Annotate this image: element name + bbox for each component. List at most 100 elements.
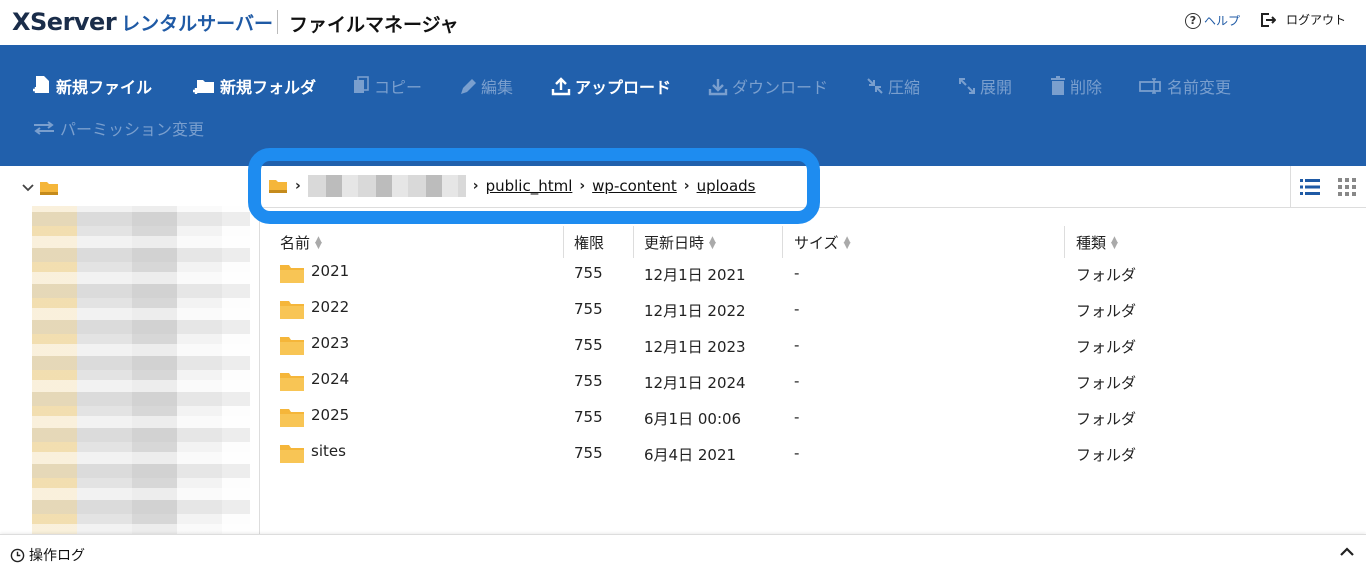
expand-button[interactable]: 展開 (958, 74, 1012, 98)
grid-view-icon (1338, 178, 1357, 196)
file-size: - (794, 336, 800, 354)
file-permission: 755 (574, 300, 603, 318)
table-row[interactable]: 2021 755 12月1日 2021 - フォルダ (260, 256, 1366, 292)
new-folder-button[interactable]: 新規フォルダ (192, 74, 316, 98)
rename-button[interactable]: 名前変更 (1139, 74, 1231, 98)
upload-button[interactable]: アップロード (551, 74, 671, 98)
logout-icon (1261, 12, 1276, 27)
delete-button[interactable]: 削除 (1050, 74, 1102, 98)
rename-icon (1139, 78, 1161, 94)
file-type: フォルダ (1076, 410, 1137, 428)
expand-icon (959, 78, 975, 94)
column-header-type[interactable]: 種類 ▲ ▼ (1076, 232, 1118, 253)
file-updated: 12月1日 2024 (644, 374, 746, 392)
folder-icon (280, 445, 304, 463)
file-permission: 755 (574, 264, 603, 282)
chevron-up-icon[interactable] (1338, 543, 1356, 561)
copy-button[interactable]: コピー (352, 74, 422, 98)
trash-icon (1051, 76, 1065, 95)
logo-brand: XServer (12, 8, 117, 36)
app-title: ファイルマネージャ (289, 14, 459, 36)
operation-log-label: 操作ログ (29, 548, 85, 564)
compress-button[interactable]: 圧縮 (866, 74, 920, 98)
tree-root[interactable] (22, 180, 59, 196)
top-header: XServer レンタルサーバー ファイルマネージャ ? ヘルプ ログアウト (0, 0, 1366, 45)
list-view-icon (1299, 179, 1320, 195)
table-row[interactable]: 2022 755 12月1日 2022 - フォルダ (260, 292, 1366, 328)
file-updated: 6月4日 2021 (644, 446, 737, 464)
file-size: - (794, 408, 800, 426)
new-folder-icon (193, 80, 214, 94)
permission-icon (34, 121, 54, 135)
folder-icon (280, 409, 304, 427)
compress-icon (867, 78, 883, 94)
file-type: フォルダ (1076, 374, 1137, 392)
file-size: - (794, 444, 800, 462)
table-row[interactable]: 2024 755 12月1日 2024 - フォルダ (260, 364, 1366, 400)
new-file-button[interactable]: 新規ファイル (32, 74, 152, 98)
column-header-size[interactable]: サイズ ▲ ▼ (794, 232, 850, 253)
view-toggle (1290, 166, 1366, 208)
table-row[interactable]: 2025 755 6月1日 00:06 - フォルダ (260, 400, 1366, 436)
file-updated: 12月1日 2022 (644, 302, 746, 320)
file-size: - (794, 372, 800, 390)
file-permission: 755 (574, 372, 603, 390)
logout-button[interactable]: ログアウト (1260, 11, 1346, 28)
column-header-permission[interactable]: 権限 (574, 232, 604, 253)
file-name: 2023 (311, 334, 350, 352)
file-permission: 755 (574, 408, 603, 426)
file-type: フォルダ (1076, 338, 1137, 356)
file-type: フォルダ (1076, 446, 1137, 464)
file-type: フォルダ (1076, 266, 1137, 284)
sort-icon: ▲ ▼ (1111, 234, 1118, 251)
table-row[interactable]: sites 755 6月4日 2021 - フォルダ (260, 436, 1366, 472)
download-icon (708, 79, 728, 96)
help-icon: ? (1185, 12, 1201, 29)
file-name: sites (311, 442, 346, 460)
sort-icon: ▲ ▼ (315, 234, 322, 251)
help-label: ヘルプ (1204, 14, 1241, 28)
grid-view-button[interactable] (1329, 166, 1366, 208)
table-row[interactable]: 2023 755 12月1日 2023 - フォルダ (260, 328, 1366, 364)
file-size: - (794, 300, 800, 318)
upload-icon (551, 77, 571, 96)
permission-button[interactable]: パーミッション変更 (32, 116, 204, 140)
folder-icon (280, 373, 304, 391)
help-link[interactable]: ? ヘルプ (1185, 12, 1240, 29)
sort-icon: ▲ ▼ (843, 234, 851, 251)
file-type: フォルダ (1076, 302, 1137, 320)
folder-tree (0, 166, 260, 534)
file-updated: 6月1日 00:06 (644, 410, 742, 428)
operation-log-bar[interactable]: 操作ログ (0, 534, 1366, 573)
download-button[interactable]: ダウンロード (708, 74, 828, 98)
column-header-name[interactable]: 名前 ▲ ▼ (280, 232, 322, 253)
logout-label: ログアウト (1286, 13, 1347, 27)
folder-icon (280, 337, 304, 355)
copy-icon (354, 76, 369, 93)
header-divider (277, 10, 278, 34)
column-header-updated[interactable]: 更新日時 ▲ ▼ (644, 232, 716, 253)
file-table-header: 名前 ▲ ▼ 権限 更新日時 ▲ ▼ サイズ ▲ ▼ 種類 ▲ ▼ (260, 226, 1366, 258)
list-view-button[interactable] (1291, 166, 1329, 208)
file-updated: 12月1日 2021 (644, 266, 746, 284)
file-permission: 755 (574, 444, 603, 462)
file-name: 2021 (311, 262, 350, 280)
file-updated: 12月1日 2023 (644, 338, 746, 356)
new-file-icon (33, 76, 49, 93)
file-size: - (794, 264, 800, 282)
xserver-logo[interactable]: XServer レンタルサーバー (12, 8, 273, 36)
logo-subtitle: レンタルサーバー (121, 13, 273, 35)
edit-icon (461, 79, 476, 94)
folder-icon (280, 265, 304, 283)
folder-icon (280, 301, 304, 319)
file-name: 2022 (311, 298, 350, 316)
folder-icon (40, 182, 58, 195)
clock-icon (10, 548, 25, 562)
file-name: 2025 (311, 406, 350, 424)
file-permission: 755 (574, 336, 603, 354)
file-name: 2024 (311, 370, 350, 388)
operation-log-toggle[interactable]: 操作ログ (10, 545, 85, 565)
edit-button[interactable]: 編集 (459, 74, 513, 98)
sort-icon: ▲ ▼ (709, 234, 716, 251)
breadcrumb-highlight-frame (248, 148, 820, 224)
